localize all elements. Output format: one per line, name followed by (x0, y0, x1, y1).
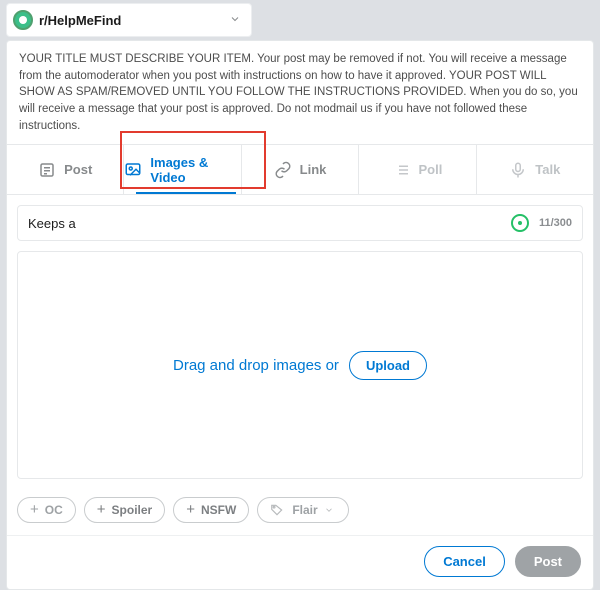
tab-poll-label: Poll (419, 162, 443, 177)
tab-link-label: Link (300, 162, 327, 177)
rules-banner: YOUR TITLE MUST DESCRIBE YOUR ITEM. Your… (7, 41, 593, 145)
plus-icon: + (30, 504, 39, 516)
grammarly-icon (511, 214, 529, 232)
plus-icon: + (97, 504, 106, 516)
plus-icon: + (186, 504, 195, 516)
chevron-down-icon (229, 13, 241, 28)
chevron-down-icon (324, 505, 334, 515)
oc-label: OC (45, 503, 63, 517)
dropzone-text: Drag and drop images or (173, 357, 339, 374)
oc-tag-button[interactable]: + OC (17, 497, 76, 523)
community-picker[interactable]: r/HelpMeFind (6, 3, 252, 37)
tab-poll: Poll (359, 145, 476, 194)
footer-actions: Cancel Post (7, 535, 593, 589)
cancel-button[interactable]: Cancel (424, 546, 505, 577)
tab-images-video[interactable]: Images & Video (124, 145, 241, 194)
spoiler-tag-button[interactable]: + Spoiler (84, 497, 165, 523)
tab-post[interactable]: Post (7, 145, 124, 194)
tab-post-label: Post (64, 162, 92, 177)
community-icon (13, 10, 33, 30)
post-type-tabs: Post Images & Video Link Poll Talk (7, 145, 593, 195)
spoiler-label: Spoiler (112, 503, 153, 517)
title-field-wrapper: 11/300 (17, 205, 583, 241)
upload-button[interactable]: Upload (349, 351, 427, 380)
tab-talk: Talk (477, 145, 593, 194)
post-button: Post (515, 546, 581, 577)
tab-images-video-label: Images & Video (150, 155, 240, 185)
tab-link[interactable]: Link (242, 145, 359, 194)
flair-tag-button[interactable]: Flair (257, 497, 348, 523)
media-dropzone[interactable]: Drag and drop images or Upload (17, 251, 583, 479)
tag-row: + OC + Spoiler + NSFW Flair (7, 489, 593, 531)
tag-icon (270, 503, 284, 517)
nsfw-label: NSFW (201, 503, 236, 517)
post-composer-card: YOUR TITLE MUST DESCRIBE YOUR ITEM. Your… (6, 40, 594, 590)
flair-label: Flair (292, 503, 317, 517)
nsfw-tag-button[interactable]: + NSFW (173, 497, 249, 523)
title-input[interactable] (28, 216, 511, 231)
title-char-counter: 11/300 (539, 217, 572, 229)
tab-talk-label: Talk (535, 162, 560, 177)
community-name: r/HelpMeFind (39, 13, 121, 28)
